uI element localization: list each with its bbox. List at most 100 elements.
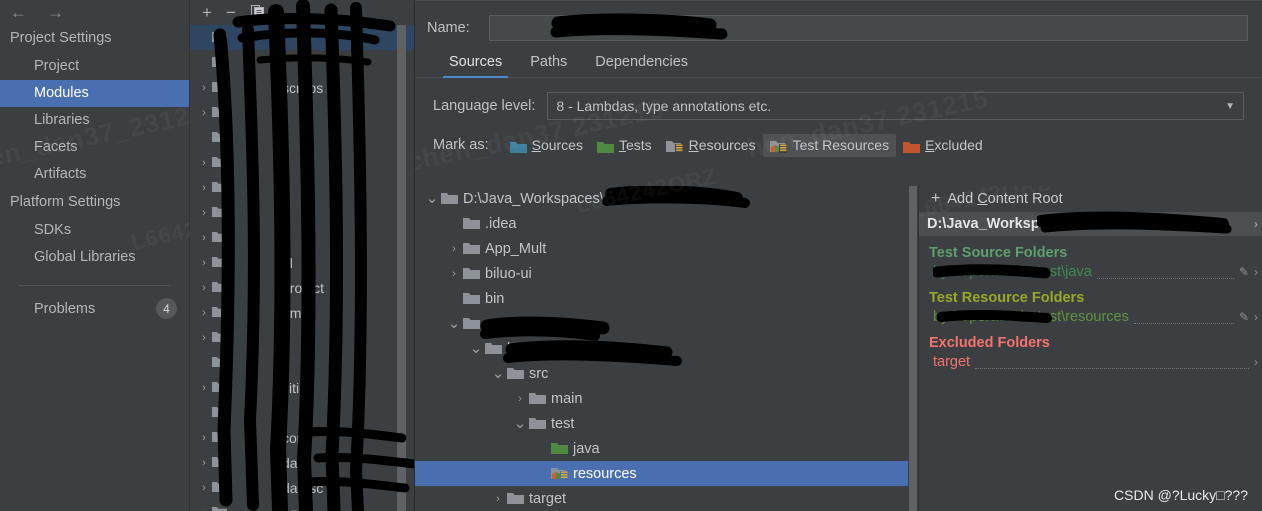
content-root-tree[interactable]: ⌄ D:\Java_Workspaces\ .idea › App_Mult › biluo…: [415, 186, 918, 511]
module-list-item[interactable]: › core: [190, 425, 414, 450]
test-resource-folder-row[interactable]: byd-operation\...test\resources ✎ ›: [919, 308, 1262, 326]
module-list-item[interactable]: ›: [190, 200, 414, 225]
chevron-right-icon[interactable]: ›: [1254, 217, 1262, 231]
tree-row[interactable]: › main: [415, 386, 918, 411]
module-list-item[interactable]: ›: [190, 150, 414, 175]
chevron-right-icon[interactable]: ›: [1254, 310, 1262, 324]
module-name-field[interactable]: [489, 13, 1248, 41]
chevron-right-icon[interactable]: ›: [445, 268, 463, 280]
sidebar-item-artifacts[interactable]: Artifacts: [0, 161, 189, 188]
chevron-right-icon[interactable]: ›: [196, 507, 212, 511]
module-list-item[interactable]: [190, 50, 414, 75]
edit-pencil-icon[interactable]: ✎: [1239, 265, 1254, 279]
module-list-item[interactable]: › em: [190, 300, 414, 325]
chevron-right-icon[interactable]: ›: [196, 257, 212, 269]
remove-module-button[interactable]: −: [226, 4, 236, 21]
tree-row[interactable]: resources: [415, 461, 918, 486]
sidebar-item-problems[interactable]: Problems 4: [0, 296, 189, 321]
tab-sources[interactable]: Sources: [435, 50, 516, 78]
module-list-scrollbar[interactable]: [397, 25, 406, 511]
chevron-down-icon[interactable]: ⌄: [467, 341, 485, 356]
tree-scrollbar-thumb[interactable]: [909, 186, 917, 511]
excluded-folder-row[interactable]: target ›: [919, 353, 1262, 371]
tree-row[interactable]: ⌄ src: [415, 361, 918, 386]
module-list-item[interactable]: [190, 350, 414, 375]
module-list-item[interactable]: › data: [190, 450, 414, 475]
tree-row[interactable]: java: [415, 436, 918, 461]
add-content-root-button[interactable]: + Add Content Root: [919, 186, 1262, 212]
module-list-item[interactable]: [190, 25, 414, 50]
language-level-select[interactable]: 8 - Lambdas, type annotations etc. ▼: [547, 92, 1244, 120]
module-list-item[interactable]: › datasc: [190, 475, 414, 500]
sidebar-item-global-libraries[interactable]: Global Libraries: [0, 244, 189, 271]
module-list-item[interactable]: ›: [190, 325, 414, 350]
tree-row[interactable]: › App_Mult: [415, 236, 918, 261]
sidebar-item-project[interactable]: Project: [0, 53, 189, 80]
sidebar-item-sdks[interactable]: SDKs: [0, 217, 189, 244]
chevron-right-icon[interactable]: ›: [196, 482, 212, 494]
test-source-folder-row[interactable]: byd-operation\...test\java ✎ ›: [919, 263, 1262, 281]
mark-as-resources-button[interactable]: Resources: [659, 134, 763, 157]
tree-row[interactable]: ⌄ D:\Java_Workspaces\: [415, 186, 918, 211]
tree-row[interactable]: ⌄: [415, 311, 918, 336]
chevron-right-icon[interactable]: ›: [196, 207, 212, 219]
chevron-down-icon[interactable]: ⌄: [423, 191, 441, 206]
chevron-right-icon[interactable]: ›: [1254, 355, 1262, 369]
chevron-right-icon[interactable]: ›: [196, 307, 212, 319]
sidebar-item-facets[interactable]: Facets: [0, 134, 189, 161]
chevron-right-icon[interactable]: ›: [196, 432, 212, 444]
arrow-right-icon[interactable]: →: [47, 4, 64, 21]
chevron-right-icon[interactable]: ›: [196, 232, 212, 244]
copy-icon[interactable]: [250, 5, 265, 20]
mark-as-excluded-button[interactable]: Excluded: [896, 134, 990, 156]
module-icon: [212, 180, 230, 196]
tab-dependencies[interactable]: Dependencies: [581, 50, 702, 77]
tree-row[interactable]: ⌄ byd-operation-scraps: [415, 336, 918, 361]
module-list-scrollbar-thumb[interactable]: [397, 25, 406, 511]
chevron-right-icon[interactable]: ›: [489, 493, 507, 505]
sidebar-item-modules[interactable]: Modules: [0, 80, 189, 107]
module-list-item[interactable]: ›: [190, 175, 414, 200]
chevron-right-icon[interactable]: ›: [196, 332, 212, 344]
edit-pencil-icon[interactable]: ✎: [1239, 310, 1254, 324]
chevron-right-icon[interactable]: ›: [196, 282, 212, 294]
module-list-item[interactable]: › project: [190, 275, 414, 300]
chevron-right-icon[interactable]: ›: [196, 182, 212, 194]
chevron-right-icon[interactable]: ›: [445, 243, 463, 255]
chevron-down-icon[interactable]: ⌄: [445, 316, 463, 331]
mark-as-sources-button[interactable]: Sources: [503, 134, 590, 156]
chevron-right-icon[interactable]: ›: [196, 107, 212, 119]
tree-row[interactable]: ⌄ test: [415, 411, 918, 436]
tab-paths[interactable]: Paths: [516, 50, 581, 77]
chevron-right-icon[interactable]: ›: [1254, 265, 1262, 279]
tree-row[interactable]: .idea: [415, 211, 918, 236]
chevron-down-icon[interactable]: ⌄: [489, 366, 507, 381]
module-list-item[interactable]: › scraps: [190, 75, 414, 100]
module-list[interactable]: › scraps › › › › › › al › project › em › › viti › core › da…: [190, 25, 414, 511]
tree-row[interactable]: bin: [415, 286, 918, 311]
tree-scrollbar[interactable]: [908, 186, 918, 511]
chevron-right-icon[interactable]: ›: [196, 382, 212, 394]
chevron-right-icon[interactable]: ›: [511, 393, 529, 405]
chevron-down-icon[interactable]: ▼: [1225, 101, 1235, 112]
module-list-item[interactable]: › og: [190, 500, 414, 511]
content-root-path-bar[interactable]: D:\Java_Workspaces\ ›: [919, 211, 1262, 236]
add-module-button[interactable]: +: [202, 4, 212, 21]
chevron-right-icon[interactable]: ›: [196, 157, 212, 169]
module-list-item-label: project: [282, 279, 325, 296]
sidebar-item-libraries[interactable]: Libraries: [0, 107, 189, 134]
module-list-item[interactable]: [190, 125, 414, 150]
chevron-right-icon[interactable]: ›: [196, 82, 212, 94]
mark-as-tests-button[interactable]: Tests: [590, 134, 659, 156]
module-list-item[interactable]: ›: [190, 100, 414, 125]
module-list-item[interactable]: › viti: [190, 375, 414, 400]
module-list-item[interactable]: [190, 400, 414, 425]
tree-row[interactable]: › biluo-ui: [415, 261, 918, 286]
tree-row[interactable]: › target: [415, 486, 918, 511]
module-list-item[interactable]: ›: [190, 225, 414, 250]
module-list-item[interactable]: › al: [190, 250, 414, 275]
chevron-right-icon[interactable]: ›: [196, 457, 212, 469]
chevron-down-icon[interactable]: ⌄: [511, 416, 529, 431]
mark-as-test-resources-button[interactable]: Test Resources: [762, 134, 897, 157]
arrow-left-icon[interactable]: ←: [10, 4, 27, 21]
